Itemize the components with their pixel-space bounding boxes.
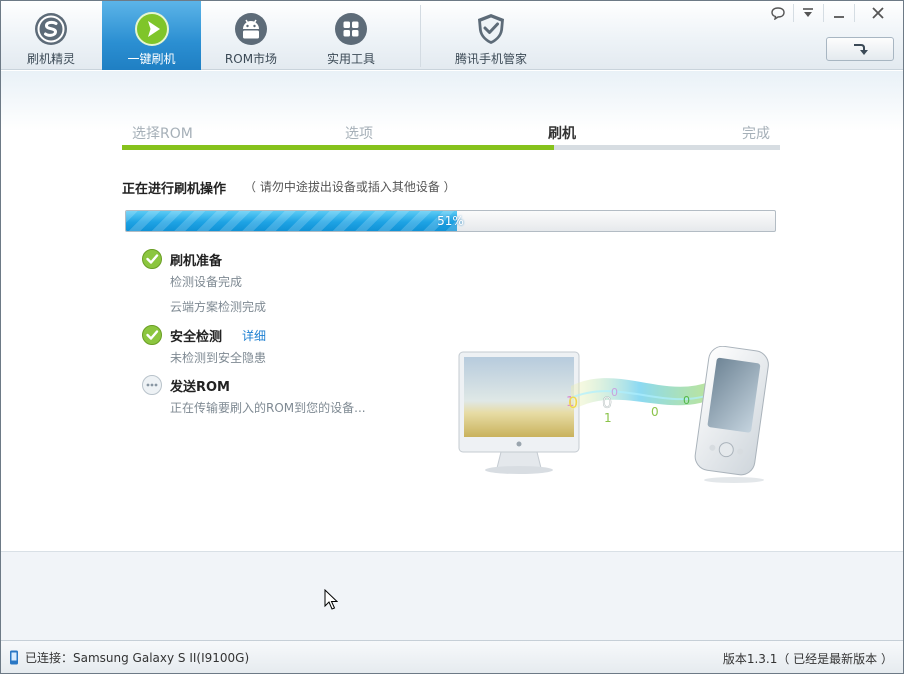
- shield-check-icon: [478, 14, 504, 44]
- connection-text: 已连接：Samsung Galaxy S II(I9100G): [25, 651, 250, 665]
- check-circle-icon: [142, 325, 162, 345]
- task-send-rom: 发送ROM 正在传输要刷入的ROM到您的设备...: [142, 374, 366, 421]
- menu-dropdown-button[interactable]: [793, 2, 823, 24]
- step-progress-fill: [122, 145, 555, 150]
- feedback-bubble-icon: [771, 6, 785, 20]
- minimize-button[interactable]: [824, 2, 854, 24]
- tab-label: 实用工具: [326, 52, 375, 66]
- close-icon: [872, 7, 884, 19]
- mouse-cursor-icon: [324, 589, 338, 610]
- transfer-illustration: 1 0 0 0 1 0 0 1: [458, 346, 769, 483]
- task-detail: 正在传输要刷入的ROM到您的设备...: [170, 401, 366, 415]
- close-button[interactable]: [863, 2, 893, 24]
- task-security-check: 安全检测 详细 未检测到安全隐患: [142, 324, 266, 371]
- task-name: 刷机准备: [170, 253, 223, 269]
- android-robot-icon: [235, 13, 267, 45]
- step-done: 完成: [742, 126, 770, 142]
- connection-status: 已连接：Samsung Galaxy S II(I9100G): [9, 649, 249, 666]
- task-detail: 检测设备完成: [170, 275, 243, 289]
- step-indicator: 选择ROM 选项 刷机 完成: [122, 123, 780, 150]
- task-flash-prepare: 刷机准备 检测设备完成 云端方案检测完成: [142, 248, 266, 320]
- tab-label: 刷机精灵: [26, 52, 75, 66]
- minimize-icon: [834, 16, 844, 18]
- version-text: 版本1.3.1（ 已经是最新版本 ）: [722, 652, 893, 666]
- phone-icon: [10, 650, 18, 665]
- window-control-divider: [854, 4, 855, 22]
- app-window: 刷机精灵 一键刷机 ROM市场 实用工具 腾讯手机管家 选择ROM 选项 刷机 …: [0, 0, 904, 674]
- step-select-rom: 选择ROM: [132, 126, 193, 142]
- tab-tencent-manager[interactable]: 腾讯手机管家: [441, 1, 541, 70]
- tab-rom-market[interactable]: ROM市场: [201, 1, 301, 70]
- task-name: 发送ROM: [170, 379, 230, 395]
- svg-text:0: 0: [651, 405, 659, 419]
- nav-divider: [420, 5, 421, 67]
- step-flash: 刷机: [548, 126, 576, 142]
- tab-label: 一键刷机: [127, 52, 176, 66]
- tab-utilities[interactable]: 实用工具: [301, 1, 401, 70]
- svg-text:0: 0: [568, 393, 578, 412]
- flash-progress-bar: 51%: [125, 210, 776, 232]
- play-arrow-icon: [134, 12, 169, 46]
- step-options: 选项: [345, 126, 373, 142]
- shuaji-logo-icon: [35, 13, 67, 45]
- pending-dots-icon: [142, 375, 162, 395]
- task-name: 安全检测: [170, 329, 223, 345]
- top-nav: 刷机精灵 一键刷机 ROM市场 实用工具 腾讯手机管家: [1, 1, 903, 70]
- operation-warning: （ 请勿中途拔出设备或插入其他设备 ）: [244, 180, 456, 194]
- grid-tools-icon: [335, 13, 367, 45]
- feedback-button[interactable]: [763, 2, 793, 24]
- svg-text:1: 1: [604, 411, 612, 425]
- operation-title: 正在进行刷机操作: [122, 182, 227, 197]
- progress-percent: 51%: [437, 214, 464, 228]
- details-link[interactable]: 详细: [242, 327, 266, 344]
- svg-text:0: 0: [611, 386, 618, 399]
- tab-label: ROM市场: [224, 52, 278, 66]
- menu-dropdown-icon: [803, 8, 813, 17]
- tab-shuaji-jingling[interactable]: 刷机精灵: [1, 1, 101, 70]
- update-button[interactable]: [826, 37, 894, 61]
- lower-panel: [1, 551, 903, 640]
- check-circle-icon: [142, 249, 162, 269]
- tab-one-click-flash[interactable]: 一键刷机: [102, 1, 201, 70]
- svg-text:0: 0: [683, 394, 690, 407]
- tab-label: 腾讯手机管家: [454, 52, 527, 66]
- arrow-down-right-icon: [854, 44, 868, 55]
- main-content: 选择ROM 选项 刷机 完成 正在进行刷机操作 （ 请勿中途拔出设备或插入其他设…: [1, 71, 903, 551]
- status-bar: 已连接：Samsung Galaxy S II(I9100G) 版本1.3.1（…: [1, 640, 903, 673]
- task-detail: 未检测到安全隐患: [170, 351, 267, 365]
- task-detail: 云端方案检测完成: [170, 300, 267, 314]
